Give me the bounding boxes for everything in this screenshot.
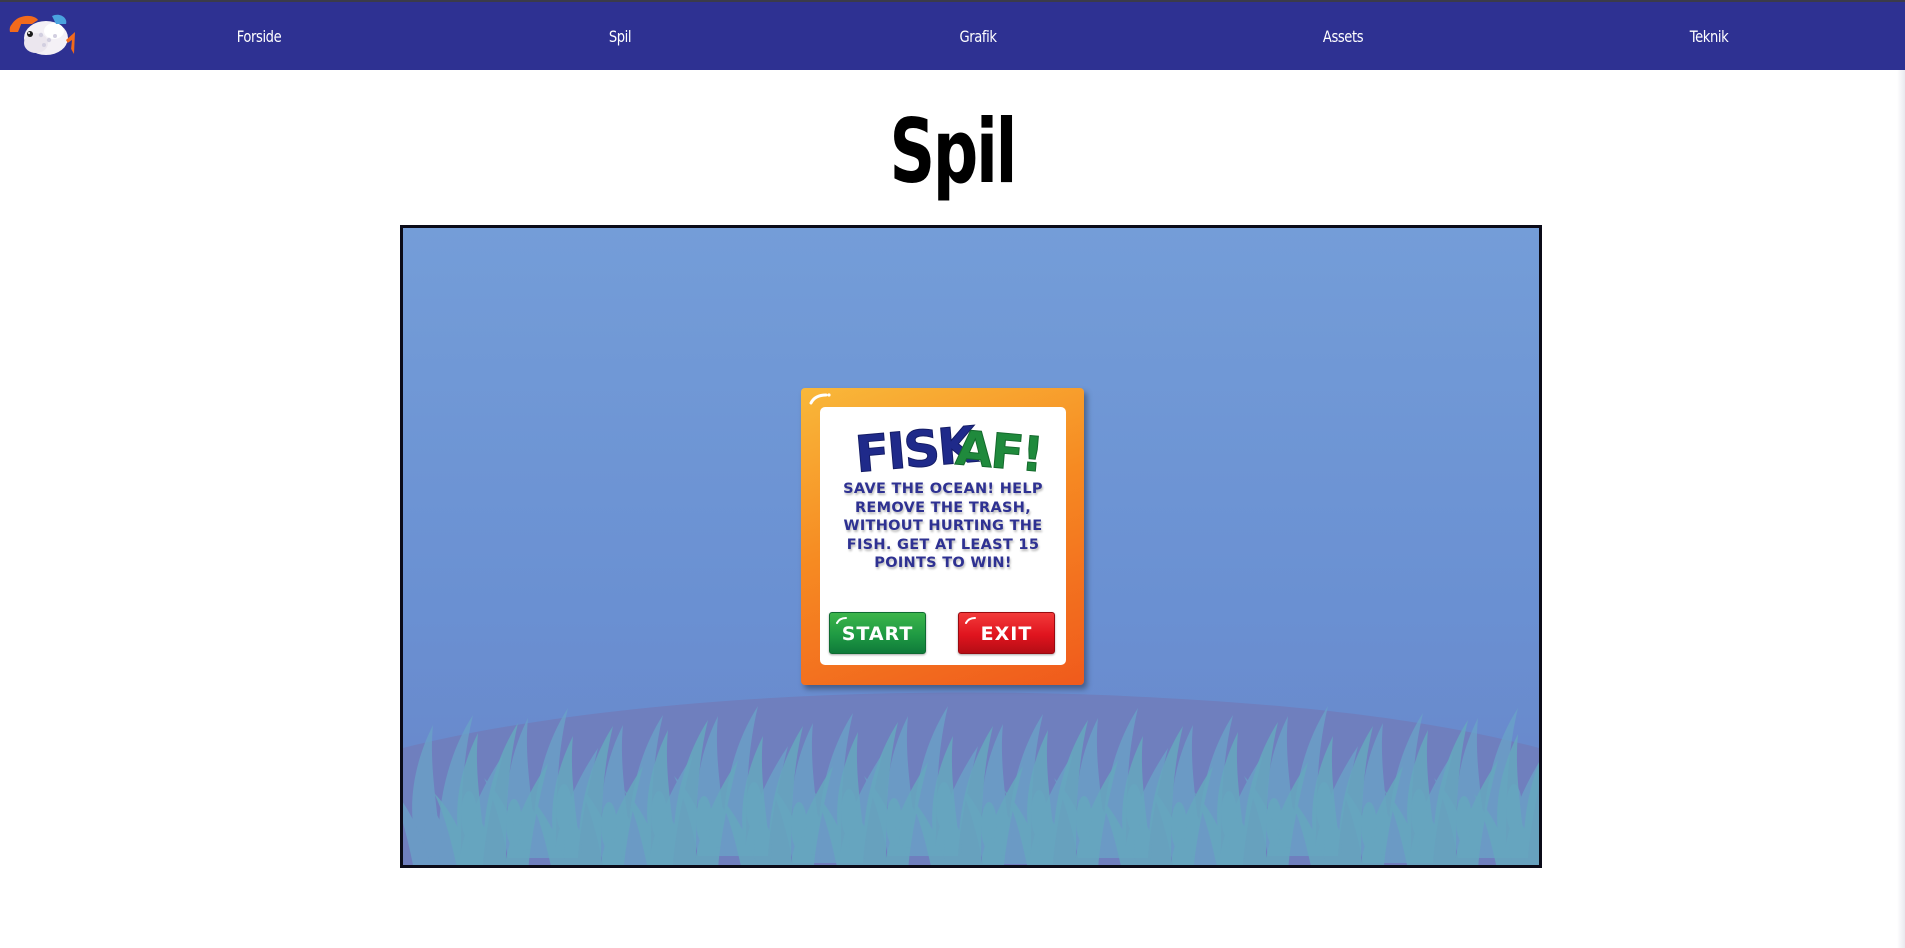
exit-button[interactable]: EXIT <box>958 612 1055 654</box>
exit-button-label: EXIT <box>980 623 1033 645</box>
scrollbar-shadow <box>1897 70 1905 948</box>
game-instructions: SAVE THE OCEAN! HELP REMOVE THE TRASH, W… <box>843 481 1043 571</box>
nav-link-grafik[interactable]: Grafik <box>959 2 996 72</box>
top-navigation: Forside Spil Grafik Assets Teknik <box>0 0 1905 70</box>
nav-link-teknik[interactable]: Teknik <box>1690 2 1729 72</box>
shine-icon <box>965 617 976 624</box>
nav-link-spil[interactable]: Spil <box>609 2 632 72</box>
start-button-label: START <box>841 623 914 645</box>
game-title-part2: AF! <box>954 420 1044 479</box>
game-canvas[interactable]: FISK AF! SAVE THE OCEAN! HELP REMOVE THE… <box>400 225 1542 868</box>
start-button[interactable]: START <box>829 612 926 654</box>
dialog-panel: FISK AF! SAVE THE OCEAN! HELP REMOVE THE… <box>820 407 1066 665</box>
nav-link-assets[interactable]: Assets <box>1323 2 1364 72</box>
fish-logo-icon[interactable] <box>8 10 76 60</box>
page: Forside Spil Grafik Assets Teknik Spil F… <box>0 0 1905 948</box>
nav-link-forside[interactable]: Forside <box>237 2 282 72</box>
page-title: Spil <box>889 100 1017 203</box>
game-title-logo: FISK AF! <box>852 415 1044 479</box>
shine-icon <box>809 393 831 405</box>
start-dialog: FISK AF! SAVE THE OCEAN! HELP REMOVE THE… <box>801 388 1084 685</box>
